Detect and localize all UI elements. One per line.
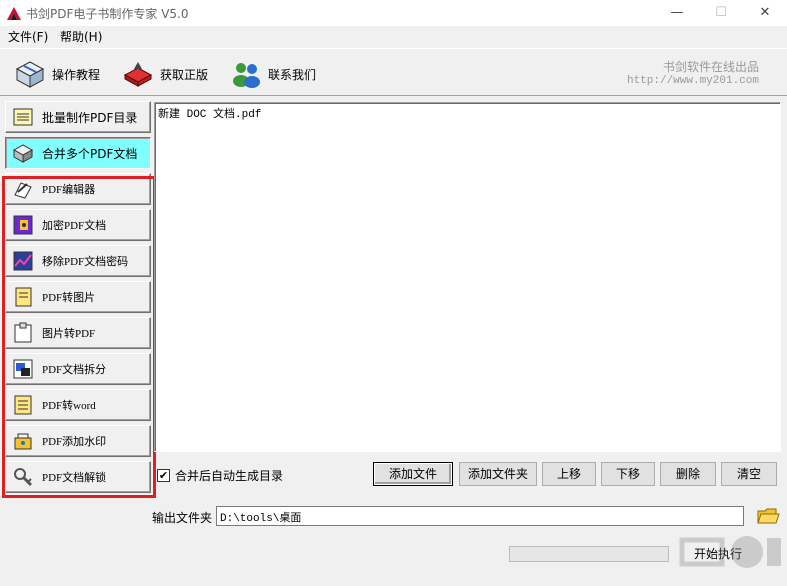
merge-icon	[12, 144, 34, 163]
book-icon	[15, 61, 45, 88]
nav-merge-pdf[interactable]: 合并多个PDF文档	[5, 137, 151, 169]
brand-name: 书剑软件在线出品	[662, 60, 759, 74]
users-icon	[233, 63, 260, 88]
output-folder-field[interactable]: D:\tools\桌面	[216, 506, 744, 526]
tutorial-label: 操作教程	[52, 67, 101, 82]
app-logo-icon	[7, 7, 21, 20]
file-list-item[interactable]: 新建 DOC 文档.pdf	[158, 105, 261, 121]
progress-bar	[509, 546, 669, 562]
tutorial-button[interactable]: 操作教程	[14, 59, 100, 89]
close-button[interactable]: ✕	[743, 0, 787, 26]
list-book-icon	[13, 108, 33, 126]
menu-file[interactable]: 文件(F)	[8, 28, 48, 45]
contact-label: 联系我们	[268, 67, 317, 82]
buy-button[interactable]: 获取正版	[122, 59, 208, 89]
maximize-button[interactable]: ☐	[699, 0, 743, 26]
clear-button[interactable]: 清空	[721, 462, 777, 486]
gift-box-icon	[123, 62, 153, 87]
nav-label: 批量制作PDF目录	[42, 110, 138, 125]
minimize-button[interactable]: —	[655, 0, 699, 26]
window-title: 书剑PDF电子书制作专家 V5.0	[26, 7, 189, 21]
auto-toc-label: 合并后自动生成目录	[175, 469, 284, 483]
auto-toc-checkbox[interactable]: ✔	[157, 469, 170, 482]
output-folder-label: 输出文件夹	[152, 511, 213, 525]
file-list[interactable]: 新建 DOC 文档.pdf	[154, 102, 781, 452]
contact-button[interactable]: 联系我们	[230, 59, 316, 89]
add-file-button[interactable]: 添加文件	[373, 462, 453, 486]
menu-bar: 文件(F) 帮助(H)	[0, 26, 787, 46]
watermark-logo	[679, 536, 781, 568]
title-bar: 书剑PDF电子书制作专家 V5.0 — ☐ ✕	[0, 0, 787, 26]
highlight-box	[2, 176, 156, 498]
menu-help[interactable]: 帮助(H)	[60, 28, 102, 45]
move-down-button[interactable]: 下移	[601, 462, 655, 486]
delete-button[interactable]: 删除	[660, 462, 716, 486]
brand-url: http://www.my201.com	[626, 75, 759, 87]
add-folder-button[interactable]: 添加文件夹	[459, 462, 537, 486]
nav-batch-toc[interactable]: 批量制作PDF目录	[5, 101, 151, 133]
nav-label: 合并多个PDF文档	[42, 146, 138, 161]
buy-label: 获取正版	[160, 67, 209, 82]
move-up-button[interactable]: 上移	[542, 462, 596, 486]
toolbar: 操作教程 获取正版 联系我们 书剑软件在线出品 http://www.my201…	[0, 48, 787, 96]
